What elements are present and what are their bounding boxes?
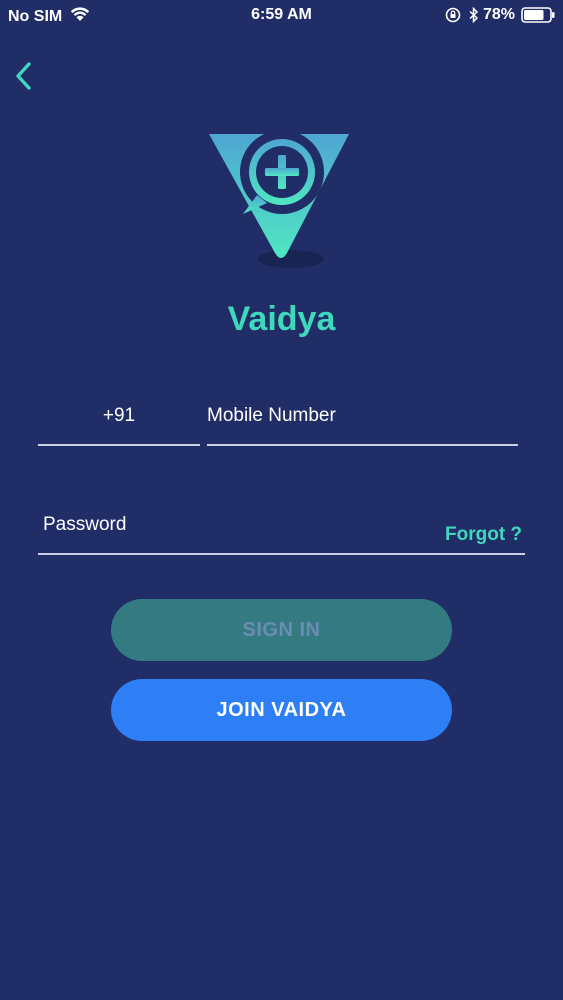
mobile-number-underline: [207, 444, 518, 446]
bluetooth-icon: [469, 7, 479, 23]
join-vaidya-button[interactable]: JOIN VAIDYA: [111, 679, 452, 741]
app-title: Vaidya: [227, 300, 336, 338]
password-underline: [38, 553, 525, 555]
chevron-left-icon: [13, 61, 33, 96]
orientation-lock-icon: [445, 7, 461, 23]
mobile-number-input[interactable]: [207, 405, 517, 427]
country-code-underline: [38, 444, 200, 446]
sign-in-button[interactable]: SIGN IN: [111, 599, 452, 661]
back-button[interactable]: [6, 58, 40, 98]
vaidya-logo: [205, 130, 357, 275]
country-code-selector[interactable]: +91: [38, 405, 200, 427]
password-input[interactable]: [43, 514, 423, 536]
status-bar: No SIM 6:59 AM 78%: [0, 0, 563, 30]
forgot-password-link[interactable]: Forgot ?: [445, 524, 522, 546]
status-bar-right: 78%: [445, 6, 555, 24]
battery-icon: [521, 7, 555, 23]
battery-percent: 78%: [482, 6, 515, 23]
